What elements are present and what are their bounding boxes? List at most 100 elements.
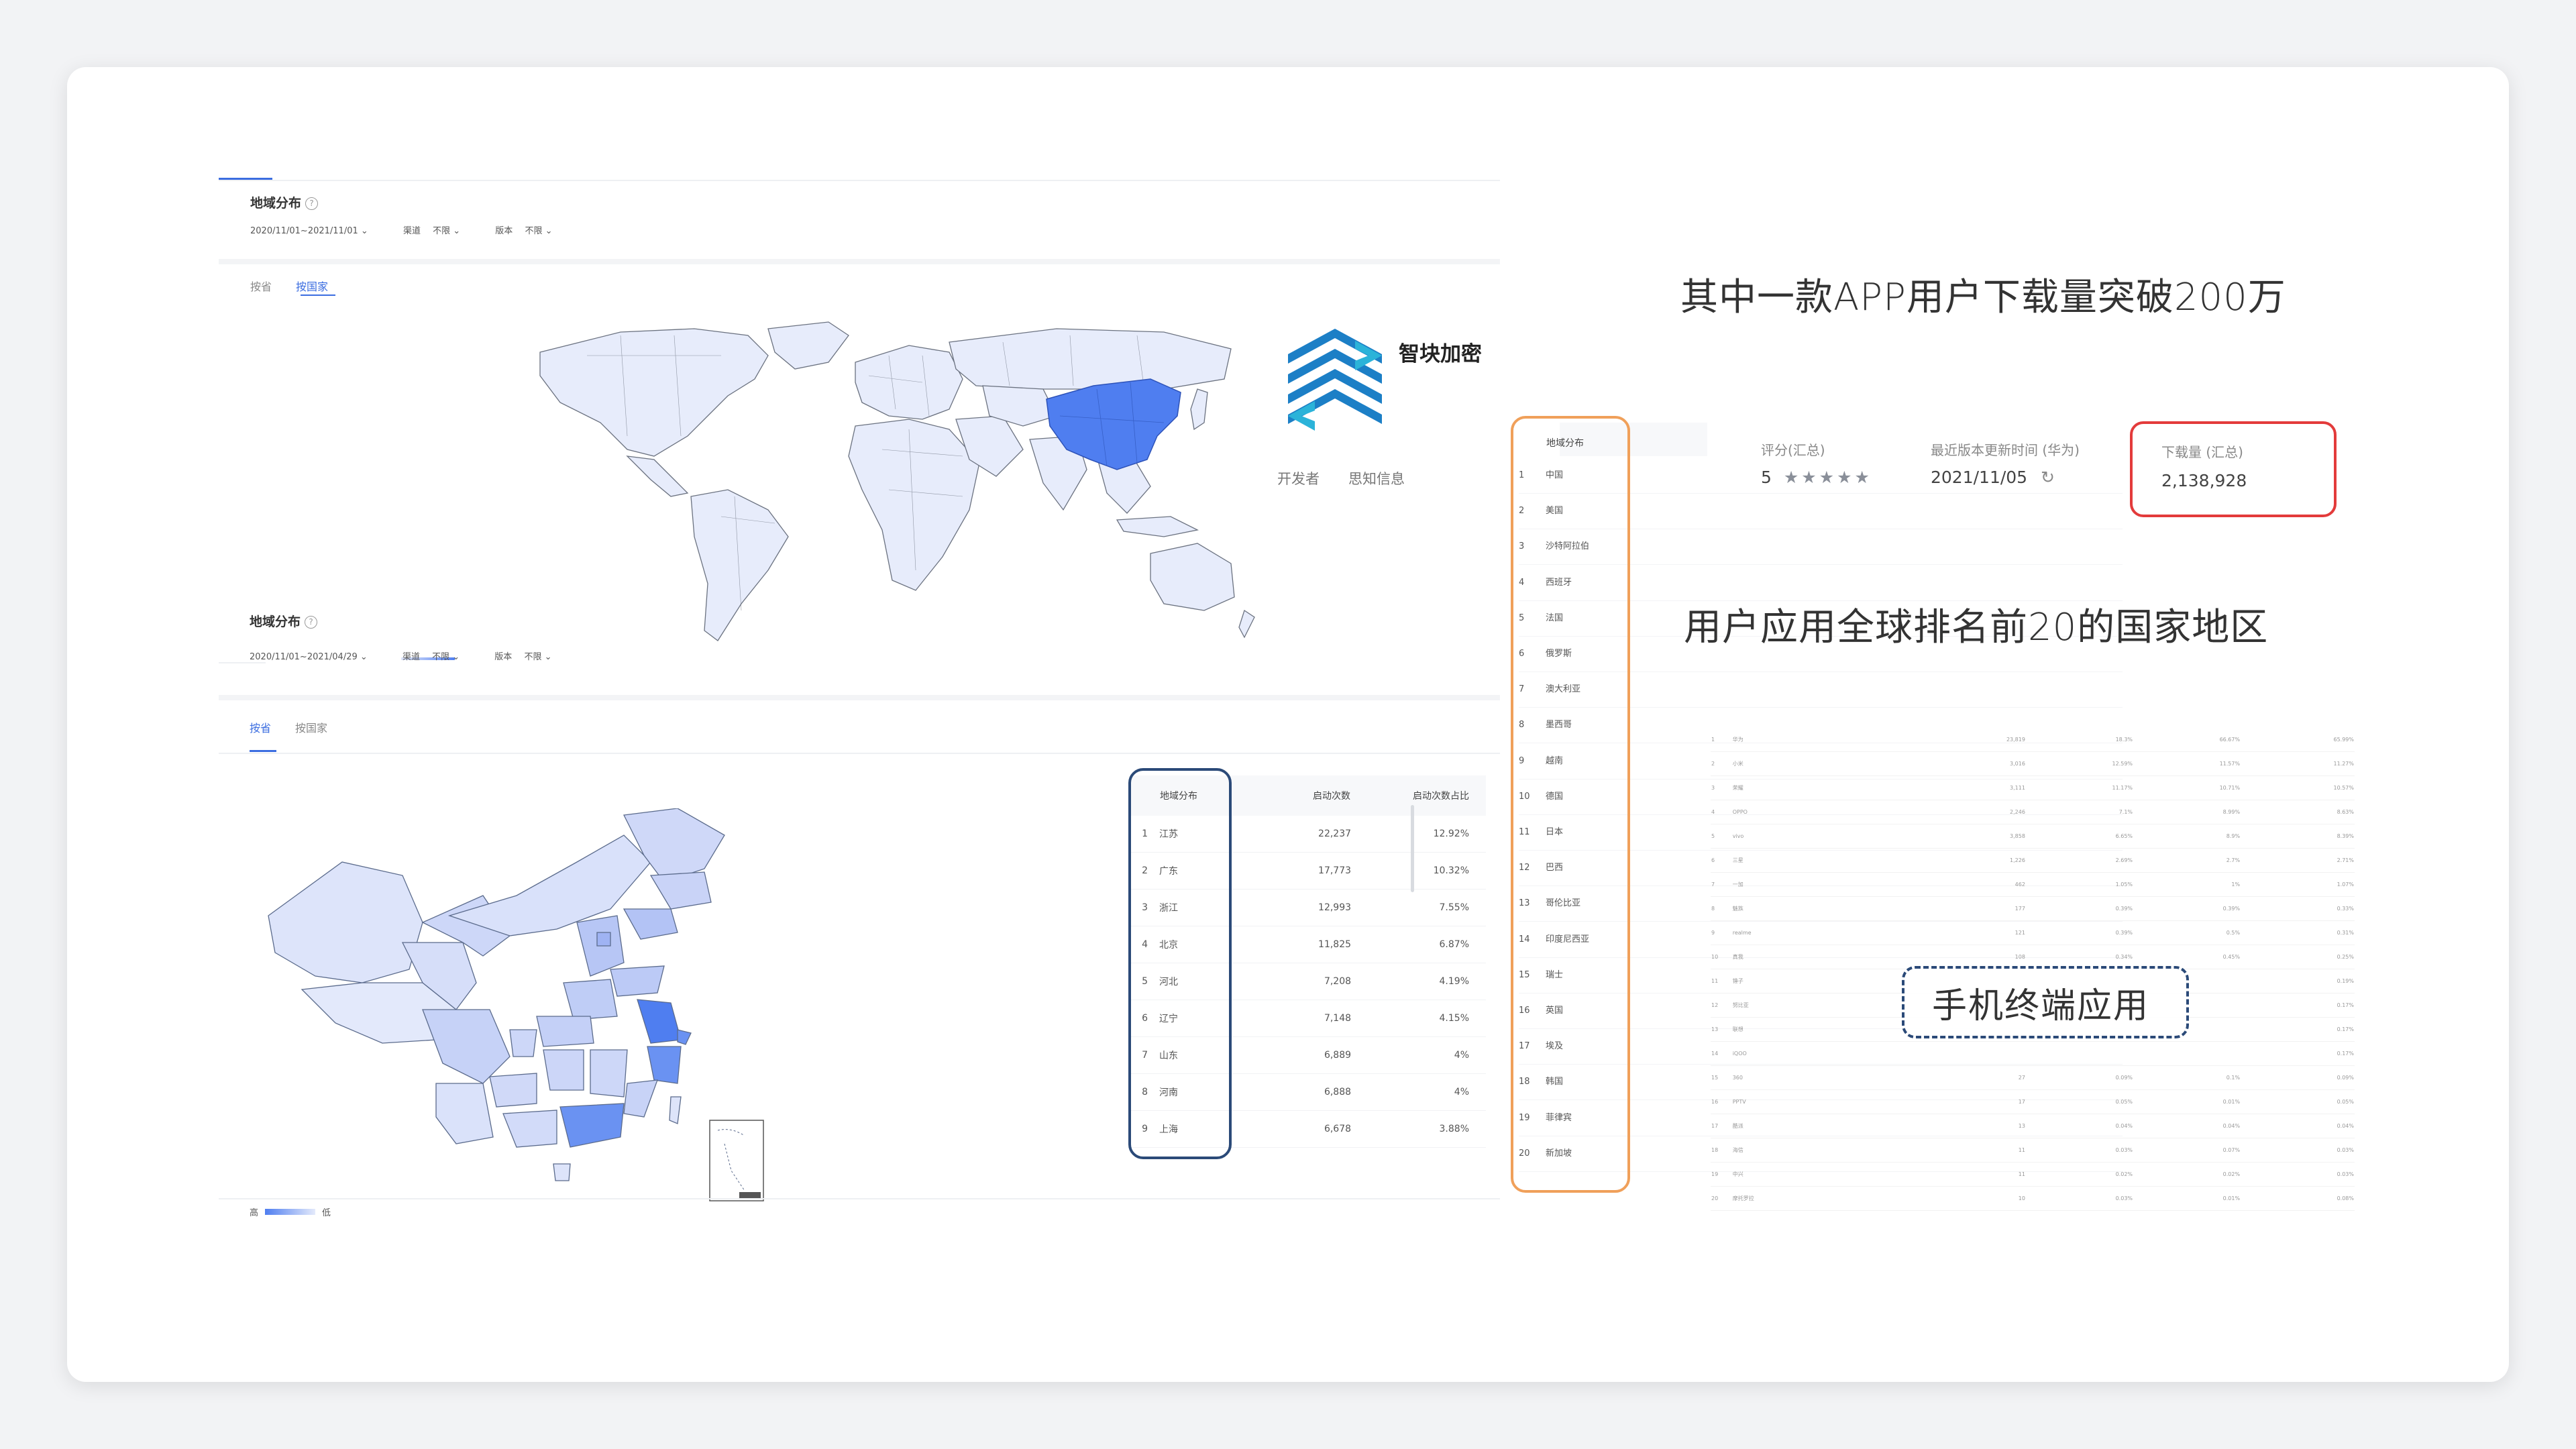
launch-ratio: 4% <box>1351 1036 1486 1074</box>
map-europe <box>855 345 963 420</box>
table-cell: 努比亚 <box>1731 993 1833 1018</box>
map-guangxi <box>502 1110 557 1148</box>
refresh-icon[interactable]: ↻ <box>2041 468 2055 487</box>
table-cell: 0.31% <box>2241 920 2355 945</box>
table-cell: iQOO <box>1731 1041 1833 1066</box>
headline-text: 其中一款APP用户下载量突破200万 <box>1680 276 2286 319</box>
star-icon: ★★★★★ <box>1783 468 1872 487</box>
legend-low-label: 低 <box>322 1208 331 1218</box>
launch-ratio: 10.32% <box>1351 852 1486 890</box>
tab-country[interactable]: 按国家 <box>295 722 327 735</box>
table-cell: 14 <box>1711 1041 1732 1066</box>
map-beijing <box>596 932 611 947</box>
table-cell: 11.27% <box>2241 751 2355 776</box>
table-cell: 三星 <box>1731 848 1833 873</box>
table-cell: PPTV <box>1731 1089 1833 1114</box>
table-cell: 0.02% <box>2025 1162 2134 1187</box>
terminal-label: 手机终端应用 <box>1932 986 2150 1026</box>
tab-province[interactable]: 按省 <box>250 722 271 735</box>
china-map <box>268 808 764 1201</box>
app-logo-icon <box>1288 329 1382 431</box>
question-circle-icon[interactable]: ? <box>305 616 318 629</box>
channel-label: 渠道 <box>402 652 420 662</box>
table-cell: 0.09% <box>2025 1065 2134 1090</box>
map-chongqing <box>509 1029 537 1057</box>
map-africa <box>848 419 980 591</box>
table-cell: 0.33% <box>2241 896 2355 921</box>
table-cell: 3,858 <box>1832 824 2026 849</box>
table-cell: 2,246 <box>1832 800 2026 824</box>
launch-count: 7,208 <box>1250 963 1352 1000</box>
tab-country[interactable]: 按国家 <box>296 280 328 293</box>
table-cell: 魅族 <box>1731 896 1833 921</box>
channel-select[interactable]: 不限 ⌄ <box>433 226 460 236</box>
launch-ratio: 6.87% <box>1351 926 1486 963</box>
update-value: 2021/11/05 ↻ <box>1931 468 2055 487</box>
table-cell <box>2025 1041 2134 1066</box>
table-cell: 0.01% <box>2133 1186 2241 1211</box>
update-label: 最近版本更新时间 (华为) <box>1931 442 2080 458</box>
launch-ratio: 12.92% <box>1351 816 1486 853</box>
table-cell: 0.39% <box>2133 896 2241 921</box>
map-sichuan <box>422 1009 511 1084</box>
channel-select[interactable]: 不限 ⌄ <box>432 652 460 662</box>
map-xinjiang <box>268 861 423 983</box>
table-scrollbar[interactable] <box>1411 805 1414 892</box>
table-cell: 0.17% <box>2241 1017 2355 1042</box>
table-row: 5 vivo 3,858 6.65% 8.9% 8.39% <box>1711 824 2355 849</box>
launch-count: 11,825 <box>1250 926 1352 963</box>
rating-value: 5 ★★★★★ <box>1761 468 1872 487</box>
map-russia <box>949 328 1232 390</box>
table-cell: OPPO <box>1731 800 1833 824</box>
table-row: 8 魅族 177 0.39% 0.39% 0.33% <box>1711 896 2355 921</box>
table-header: 启动次数 <box>1313 791 1351 802</box>
table-cell: 0.04% <box>2241 1114 2355 1138</box>
launch-ratio: 4.19% <box>1351 963 1486 1000</box>
date-range-select[interactable]: 2020/11/01~2021/04/29 ⌄ <box>250 652 368 662</box>
table-cell: 0.19% <box>2241 969 2355 994</box>
table-cell: 121 <box>1832 920 2026 945</box>
table-cell: 18.3% <box>2025 728 2134 752</box>
map-zhejiang <box>647 1046 682 1084</box>
tab-province[interactable]: 按省 <box>250 280 272 293</box>
table-cell: 10 <box>1711 945 1732 969</box>
launch-ratio: 4.15% <box>1351 1000 1486 1037</box>
world-map <box>539 321 1255 641</box>
table-cell: 联想 <box>1731 1017 1833 1042</box>
table-cell: 2.7% <box>2133 848 2241 873</box>
question-circle-icon[interactable]: ? <box>305 197 319 210</box>
table-cell: 0.03% <box>2025 1186 2134 1211</box>
developer-label: 开发者 <box>1277 471 1320 487</box>
launch-count: 7,148 <box>1250 1000 1352 1037</box>
table-cell: 16 <box>1711 1089 1732 1114</box>
panel-bottom-tabs: 按省 按国家 <box>250 719 352 735</box>
map-hainan <box>553 1163 571 1181</box>
table-cell: 0.03% <box>2241 1162 2355 1187</box>
table-cell: 6.65% <box>2025 824 2134 849</box>
tab-province-underline <box>250 750 276 752</box>
table-cell: 11 <box>1711 969 1732 994</box>
date-range-select[interactable]: 2020/11/01~2021/11/01 ⌄ <box>250 226 368 236</box>
rating-label: 评分(汇总) <box>1761 442 1825 458</box>
china-map-legend: 高 低 <box>250 1205 331 1218</box>
table-cell: 15 <box>1711 1065 1732 1090</box>
map-australia <box>1150 543 1235 611</box>
map-greenland <box>767 321 849 370</box>
map-jiangxi <box>590 1049 628 1097</box>
map-fujian <box>623 1079 658 1118</box>
table-cell: 12.59% <box>2025 751 2134 776</box>
launch-count: 22,237 <box>1250 816 1352 853</box>
table-cell: 小米 <box>1731 751 1833 776</box>
version-select[interactable]: 不限 ⌄ <box>524 652 551 662</box>
map-jiangsu <box>637 999 682 1044</box>
table-cell: 11 <box>1832 1162 2026 1187</box>
table-cell: 17 <box>1832 1089 2026 1114</box>
legend-gradient-bar <box>265 1209 316 1215</box>
version-select[interactable]: 不限 ⌄ <box>525 226 552 236</box>
panel-bottom-title: 地域分布? <box>250 612 318 630</box>
table-cell: 17 <box>1711 1114 1732 1138</box>
table-cell: 0.05% <box>2025 1089 2134 1114</box>
table-cell: 3,111 <box>1832 775 2026 800</box>
map-indonesia <box>1116 516 1199 537</box>
table-cell: 2.69% <box>2025 848 2134 873</box>
